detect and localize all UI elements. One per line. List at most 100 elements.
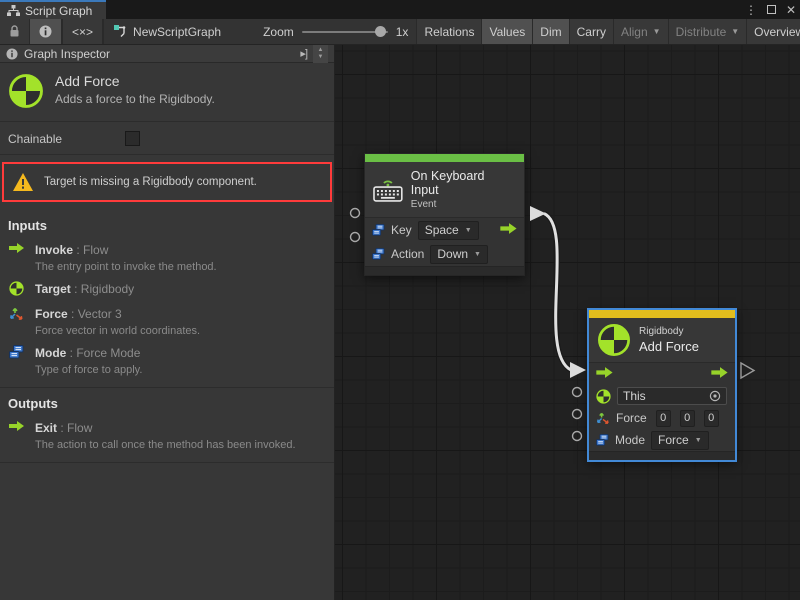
relations-button[interactable]: Relations [417, 19, 482, 44]
force-y-input[interactable]: 0 [680, 410, 695, 427]
node-footer [365, 266, 524, 275]
event-node-strip [365, 154, 524, 162]
node-body: Key Space ▼ [365, 217, 524, 266]
overview-button[interactable]: Overview [747, 19, 800, 44]
inputs-header: Inputs [0, 210, 334, 235]
zoom-value: 1x [396, 25, 409, 39]
warning-banner: Target is missing a Rigidbody component. [2, 162, 332, 202]
input-port-circle [351, 209, 360, 218]
port-row-force: Force : Vector 3 Force vector in world c… [0, 299, 334, 338]
call-node-strip [589, 310, 735, 318]
flow-output-port[interactable] [500, 222, 518, 238]
port-row-exit: Exit : Flow The action to call once the … [0, 413, 334, 452]
node-on-keyboard-input[interactable]: On Keyboard Input Event Key [364, 153, 525, 276]
values-button[interactable]: Values [482, 19, 533, 44]
output-hint-triangle [741, 363, 754, 378]
carry-button[interactable]: Carry [570, 19, 614, 44]
warning-text: Target is missing a Rigidbody component. [44, 176, 257, 188]
zoom-control: Zoom 1x [255, 19, 417, 44]
chevron-down-icon: ▼ [731, 27, 739, 36]
graph-breadcrumb[interactable]: NewScriptGraph [104, 19, 231, 44]
distribute-button[interactable]: Distribute ▼ [669, 19, 748, 44]
chevron-down-icon: ▼ [465, 223, 472, 238]
dock-panel-icon[interactable]: ▸] [300, 47, 307, 60]
dim-button[interactable]: Dim [533, 19, 569, 44]
object-picker-icon[interactable] [709, 390, 721, 402]
action-label: Action [391, 247, 424, 261]
flow-arrow-icon [8, 241, 25, 273]
inspector-title: Graph Inspector [24, 47, 110, 61]
warning-icon [12, 172, 34, 192]
action-row: Action Down ▼ [365, 242, 524, 266]
zoom-slider[interactable] [302, 31, 388, 33]
close-icon[interactable]: ✕ [786, 3, 796, 17]
input-port-circle [351, 233, 360, 242]
mode-value: Force [658, 433, 689, 448]
flow-wire[interactable] [544, 214, 571, 371]
unit-summary: Add Force Adds a force to the Rigidbody. [0, 63, 334, 122]
enum-icon [372, 224, 385, 236]
graph-canvas[interactable]: On Keyboard Input Event Key [335, 45, 800, 600]
lock-icon [9, 25, 20, 38]
window-menu-icon[interactable]: ⋮ [745, 3, 757, 17]
script-graph-asset-icon [114, 25, 128, 38]
divider [0, 462, 334, 463]
node-title: Add Force [639, 339, 699, 354]
port-name: Invoke [35, 243, 73, 257]
force-x-input[interactable]: 0 [656, 410, 671, 427]
maximize-icon[interactable] [767, 5, 776, 14]
scroll-up-icon[interactable]: ▲ [318, 47, 324, 54]
action-value: Down [437, 247, 468, 262]
chainable-checkbox[interactable] [125, 131, 140, 146]
node-add-force[interactable]: Rigidbody Add Force [588, 309, 736, 461]
port-description: The action to call once the method has b… [35, 439, 296, 451]
align-button[interactable]: Align ▼ [614, 19, 669, 44]
rigidbody-icon [8, 280, 25, 298]
input-port-circle [573, 410, 582, 419]
vector3-icon [8, 305, 25, 337]
key-dropdown[interactable]: Space ▼ [418, 221, 479, 240]
flow-input-port[interactable] [596, 366, 614, 382]
mode-dropdown[interactable]: Force ▼ [651, 431, 709, 450]
chevron-down-icon: ▼ [695, 433, 702, 448]
force-z-input[interactable]: 0 [704, 410, 719, 427]
graph-inspector-panel: Graph Inspector ▸] ▲ ▼ Add Force Adds a … [0, 45, 335, 600]
target-self-field[interactable]: This [617, 387, 727, 405]
lock-button[interactable] [0, 19, 30, 44]
inspector-toggle-button[interactable] [30, 19, 62, 44]
port-row-invoke: Invoke : Flow The entry point to invoke … [0, 235, 334, 274]
rigidbody-icon [8, 73, 44, 109]
info-icon [6, 48, 18, 60]
distribute-label: Distribute [676, 25, 727, 39]
mode-label: Mode [615, 433, 645, 447]
unit-description: Adds a force to the Rigidbody. [55, 92, 215, 106]
port-name: Force [35, 307, 68, 321]
mode-row: Mode Force ▼ [589, 429, 735, 451]
enum-icon [596, 434, 609, 446]
scroll-down-icon[interactable]: ▼ [318, 54, 324, 61]
node-body: This [589, 362, 735, 451]
node-header[interactable]: Rigidbody Add Force [589, 318, 735, 362]
action-dropdown[interactable]: Down ▼ [430, 245, 488, 264]
code-preview-button[interactable]: <×> [63, 19, 103, 44]
port-type: : Rigidbody [71, 282, 134, 296]
force-label: Force [616, 411, 647, 425]
graph-toolbar: <×> NewScriptGraph Zoom 1x Relations Val… [0, 19, 800, 45]
port-type: : Flow [57, 421, 92, 435]
key-label: Key [391, 223, 412, 237]
this-value: This [623, 389, 646, 403]
flow-output-port[interactable] [711, 366, 729, 382]
zoom-slider-handle[interactable] [375, 26, 386, 37]
graph-name: NewScriptGraph [133, 25, 221, 39]
key-row: Key Space ▼ [365, 218, 524, 242]
script-graph-window: Script Graph ⋮ ✕ <×> [0, 0, 800, 600]
node-subtitle: Event [411, 199, 515, 210]
tab-script-graph[interactable]: Script Graph [0, 0, 106, 19]
panel-scrollbar[interactable]: ▲ ▼ [313, 45, 328, 63]
port-name: Target [35, 282, 71, 296]
port-type: : Vector 3 [68, 307, 122, 321]
vector3-icon [596, 411, 610, 425]
node-header[interactable]: On Keyboard Input Event [365, 162, 524, 217]
unit-title: Add Force [55, 73, 215, 89]
rigidbody-icon [596, 389, 611, 404]
